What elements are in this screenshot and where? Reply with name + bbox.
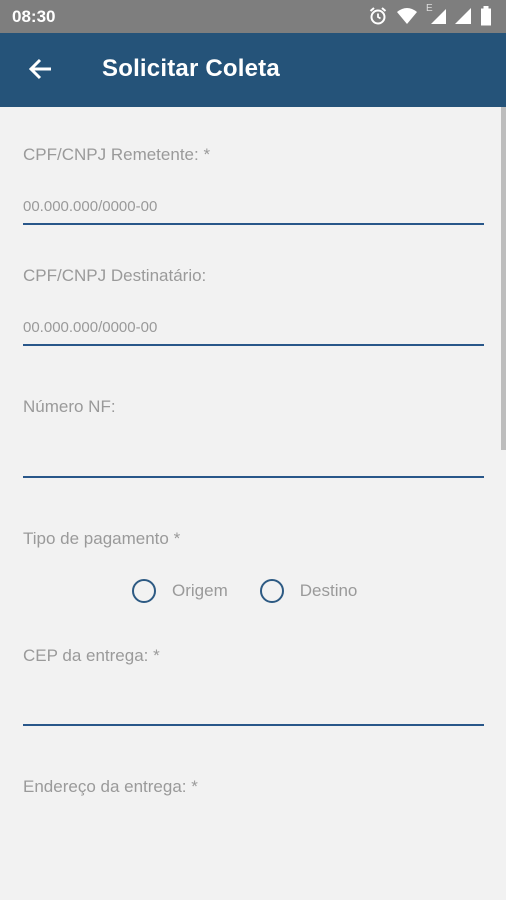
cep-entrega-input[interactable] xyxy=(23,690,484,726)
endereco-entrega-label: Endereço da entrega: * xyxy=(23,777,198,796)
form-content: CPF/CNPJ Remetente: * CPF/CNPJ Destinatá… xyxy=(0,107,506,900)
arrow-left-icon xyxy=(27,56,53,87)
radio-label-origem: Origem xyxy=(172,581,228,600)
radio-label-destino: Destino xyxy=(299,581,358,600)
signal-e-icon: E xyxy=(426,3,446,25)
radio-button-destino[interactable] xyxy=(259,579,284,603)
status-time: 08:30 xyxy=(12,7,56,26)
signal-icon xyxy=(454,7,472,25)
battery-icon xyxy=(480,6,492,26)
cpf-remetente-label: CPF/CNPJ Remetente: * xyxy=(23,145,211,164)
radio-option-origem[interactable]: Origem xyxy=(132,579,228,603)
status-icons: E xyxy=(368,3,492,26)
wifi-icon xyxy=(396,7,418,25)
cpf-destinatario-input[interactable] xyxy=(23,310,484,346)
tipo-pagamento-radio-group: Origem Destino xyxy=(132,579,357,603)
page-title: Solicitar Coleta xyxy=(102,55,280,82)
radio-button-origem[interactable] xyxy=(132,579,156,603)
scrollbar[interactable] xyxy=(501,107,506,450)
cpf-remetente-input[interactable] xyxy=(23,189,484,225)
radio-option-destino[interactable]: Destino xyxy=(259,579,358,603)
tipo-pagamento-label: Tipo de pagamento * xyxy=(23,529,181,548)
alarm-icon xyxy=(368,6,388,26)
back-button[interactable] xyxy=(16,47,64,95)
app-bar: Solicitar Coleta xyxy=(0,33,506,107)
cpf-destinatario-label: CPF/CNPJ Destinatário: xyxy=(23,266,207,285)
cep-entrega-label: CEP da entrega: * xyxy=(23,646,160,665)
numero-nf-input[interactable] xyxy=(23,442,484,478)
numero-nf-label: Número NF: xyxy=(23,397,116,416)
status-bar: 08:30 E xyxy=(0,0,506,33)
